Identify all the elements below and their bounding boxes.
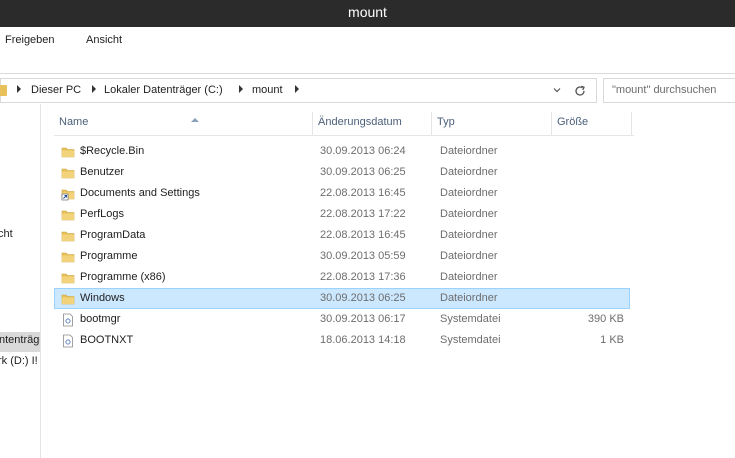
folder-icon <box>61 250 75 264</box>
file-date: 22.08.2013 16:45 <box>320 229 406 241</box>
folder-shortcut-icon <box>61 187 75 201</box>
file-name: Windows <box>80 292 125 304</box>
window-title: mount <box>348 4 387 20</box>
file-size: 1 KB <box>600 334 624 346</box>
breadcrumb-mount[interactable]: mount <box>252 84 283 96</box>
folder-icon <box>61 145 75 159</box>
file-name: PerfLogs <box>80 208 125 220</box>
column-header-name[interactable]: Name <box>54 112 313 136</box>
file-type: Dateiordner <box>440 229 498 241</box>
file-name: Documents and Settings <box>80 187 200 199</box>
file-date: 22.08.2013 16:45 <box>320 187 406 199</box>
file-type: Dateiordner <box>440 166 498 178</box>
file-row[interactable]: PerfLogs 22.08.2013 17:22 Dateiordner <box>54 204 630 225</box>
tab-freigeben[interactable]: Freigeben <box>5 34 55 46</box>
sort-ascending-icon <box>191 118 199 122</box>
folder-icon <box>61 292 75 306</box>
column-date-label: Änderungsdatum <box>318 116 402 128</box>
system-file-icon <box>61 334 75 348</box>
breadcrumb-local-disk[interactable]: Lokaler Datenträger (C:) <box>104 84 223 96</box>
search-box[interactable] <box>603 78 735 103</box>
navigation-pane: cht ntenträger rk (D:) I! <box>0 104 41 458</box>
file-type: Systemdatei <box>440 334 501 346</box>
folder-icon <box>61 166 75 180</box>
folder-icon <box>61 229 75 243</box>
tab-ansicht[interactable]: Ansicht <box>86 34 122 46</box>
file-type: Systemdatei <box>440 313 501 325</box>
file-row[interactable]: Benutzer 30.09.2013 06:25 Dateiordner <box>54 162 630 183</box>
file-row[interactable]: ProgramData 22.08.2013 16:45 Dateiordner <box>54 225 630 246</box>
nav-item-drive-d[interactable]: rk (D:) I! <box>0 355 38 367</box>
file-type: Dateiordner <box>440 187 498 199</box>
breadcrumb-dieser-pc[interactable]: Dieser PC <box>31 84 81 96</box>
file-type: Dateiordner <box>440 271 498 283</box>
nav-item-partial[interactable]: cht <box>0 228 13 240</box>
file-type: Dateiordner <box>440 250 498 262</box>
column-name-label: Name <box>59 116 89 128</box>
file-row[interactable]: $Recycle.Bin 30.09.2013 06:24 Dateiordner <box>54 141 630 162</box>
breadcrumb-chevron-icon[interactable] <box>295 85 299 93</box>
file-date: 18.06.2013 14:18 <box>320 334 406 346</box>
file-row[interactable]: Windows 30.09.2013 06:25 Dateiordner <box>54 288 630 309</box>
column-size-label: Größe <box>557 116 589 128</box>
refresh-icon[interactable] <box>573 84 587 98</box>
file-name: $Recycle.Bin <box>80 145 145 157</box>
file-name: Programme <box>80 250 138 262</box>
file-row[interactable]: BOOTNXT 18.06.2013 14:18 Systemdatei 1 KB <box>54 330 630 351</box>
column-header-size[interactable]: Größe <box>552 112 632 136</box>
folder-icon <box>0 85 7 96</box>
file-type: Dateiordner <box>440 292 498 304</box>
file-list: Name Änderungsdatum Typ Größe $Recycle.B… <box>42 104 735 458</box>
file-row[interactable]: Programme 30.09.2013 05:59 Dateiordner <box>54 246 630 267</box>
column-header: Name Änderungsdatum Typ Größe <box>54 109 634 136</box>
file-name: Benutzer <box>80 166 125 178</box>
search-input[interactable] <box>604 79 734 101</box>
file-row[interactable]: Programme (x86) 22.08.2013 17:36 Dateiordn… <box>54 267 630 288</box>
title-bar: mount <box>0 0 735 27</box>
column-type-label: Typ <box>437 116 455 128</box>
file-row[interactable]: bootmgr 30.09.2013 06:17 Systemdatei 390 KB <box>54 309 630 330</box>
folder-icon <box>61 271 75 285</box>
history-dropdown-icon[interactable] <box>551 84 563 96</box>
file-type: Dateiordner <box>440 208 498 220</box>
address-bar[interactable]: Dieser PC Lokaler Datenträger (C:) mount <box>0 78 597 103</box>
file-size: 390 KB <box>587 313 624 325</box>
file-type: Dateiordner <box>440 145 498 157</box>
breadcrumb-chevron-icon[interactable] <box>17 85 21 93</box>
file-name: bootmgr <box>80 313 121 325</box>
column-header-type[interactable]: Typ <box>432 112 552 136</box>
file-date: 30.09.2013 06:17 <box>320 313 406 325</box>
breadcrumb-chevron-icon[interactable] <box>92 85 96 93</box>
file-row[interactable]: Documents and Settings 22.08.2013 16:45 Da… <box>54 183 630 204</box>
file-date: 30.09.2013 06:25 <box>320 166 406 178</box>
column-header-date[interactable]: Änderungsdatum <box>313 112 432 136</box>
folder-icon <box>61 208 75 222</box>
file-date: 22.08.2013 17:36 <box>320 271 406 283</box>
breadcrumb-chevron-icon[interactable] <box>239 85 243 93</box>
file-date: 30.09.2013 05:59 <box>320 250 406 262</box>
header-divider <box>54 135 634 136</box>
system-file-icon <box>61 313 75 327</box>
nav-item-local-disk[interactable]: ntenträger <box>0 334 40 346</box>
file-name: BOOTNXT <box>80 334 134 346</box>
file-date: 30.09.2013 06:25 <box>320 292 406 304</box>
file-date: 22.08.2013 17:22 <box>320 208 406 220</box>
file-date: 30.09.2013 06:24 <box>320 145 406 157</box>
file-name: Programme (x86) <box>80 271 166 283</box>
ribbon: Freigeben Ansicht <box>0 27 735 74</box>
file-name: ProgramData <box>80 229 146 241</box>
